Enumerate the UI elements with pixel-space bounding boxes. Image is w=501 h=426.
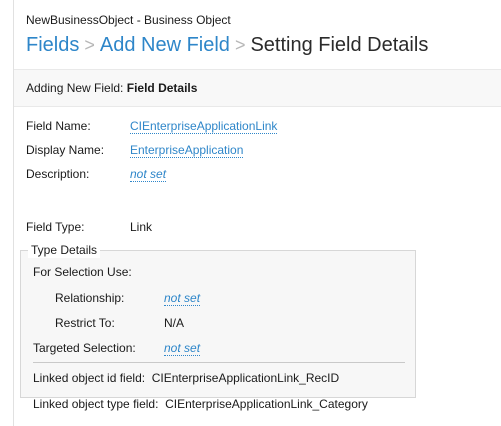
- description-label: Description:: [26, 167, 90, 181]
- section-header-text: Adding New Field: Field Details: [26, 81, 197, 95]
- relationship-label: Relationship:: [55, 291, 125, 305]
- relationship-row: Relationship: not set: [55, 290, 201, 306]
- display-name-link[interactable]: EnterpriseApplication: [130, 143, 244, 158]
- description-link[interactable]: not set: [130, 167, 167, 182]
- linked-type-value: CIEnterpriseApplicationLink_Category: [165, 397, 368, 411]
- targeted-selection-link[interactable]: not set: [164, 341, 201, 356]
- section-header-prefix: Adding New Field:: [26, 81, 124, 95]
- field-name-link[interactable]: CIEnterpriseApplicationLink: [130, 119, 278, 134]
- breadcrumb-current: Setting Field Details: [250, 34, 429, 56]
- breadcrumb-separator: >: [84, 35, 95, 55]
- section-header-title: Field Details: [126, 81, 198, 95]
- linked-id-row: Linked object id field: CIEnterpriseAppl…: [33, 370, 339, 386]
- targeted-selection-label: Targeted Selection:: [33, 341, 136, 355]
- type-details-legend: Type Details: [28, 242, 101, 258]
- linked-type-label: Linked object type field:: [33, 397, 159, 411]
- breadcrumb: Fields > Add New Field > Setting Field Detai…: [26, 32, 501, 58]
- field-name-row: Field Name: CIEnterpriseApplicationLink: [26, 118, 278, 134]
- description-row: Description: not set: [26, 166, 167, 182]
- targeted-selection-row: Targeted Selection: not set: [33, 340, 201, 356]
- display-name-row: Display Name: EnterpriseApplication: [26, 142, 244, 158]
- linked-type-row: Linked object type field: CIEnterpriseAp…: [33, 396, 368, 412]
- linked-id-label: Linked object id field:: [33, 371, 146, 385]
- type-details-divider: [33, 362, 405, 363]
- restrict-to-label: Restrict To:: [55, 316, 115, 330]
- breadcrumb-separator: >: [234, 35, 246, 55]
- page-header: NewBusinessObject - Business Object Fiel…: [26, 12, 501, 58]
- breadcrumb-add-new-field-link[interactable]: Add New Field: [100, 34, 230, 56]
- restrict-to-row: Restrict To: N/A: [55, 315, 184, 331]
- object-title: NewBusinessObject - Business Object: [26, 13, 231, 27]
- linked-id-value: CIEnterpriseApplicationLink_RecID: [151, 371, 340, 385]
- for-selection-use-label: For Selection Use:: [33, 265, 132, 279]
- display-name-label: Display Name:: [26, 143, 105, 157]
- restrict-to-value: N/A: [164, 316, 185, 330]
- section-header-bar: Adding New Field: Field Details: [14, 69, 501, 107]
- field-type-label: Field Type:: [26, 220, 85, 234]
- field-type-value: Link: [130, 220, 153, 234]
- breadcrumb-fields-link[interactable]: Fields: [26, 34, 79, 56]
- field-name-label: Field Name:: [26, 119, 91, 133]
- field-type-row: Field Type: Link: [26, 219, 152, 235]
- relationship-link[interactable]: not set: [164, 291, 201, 306]
